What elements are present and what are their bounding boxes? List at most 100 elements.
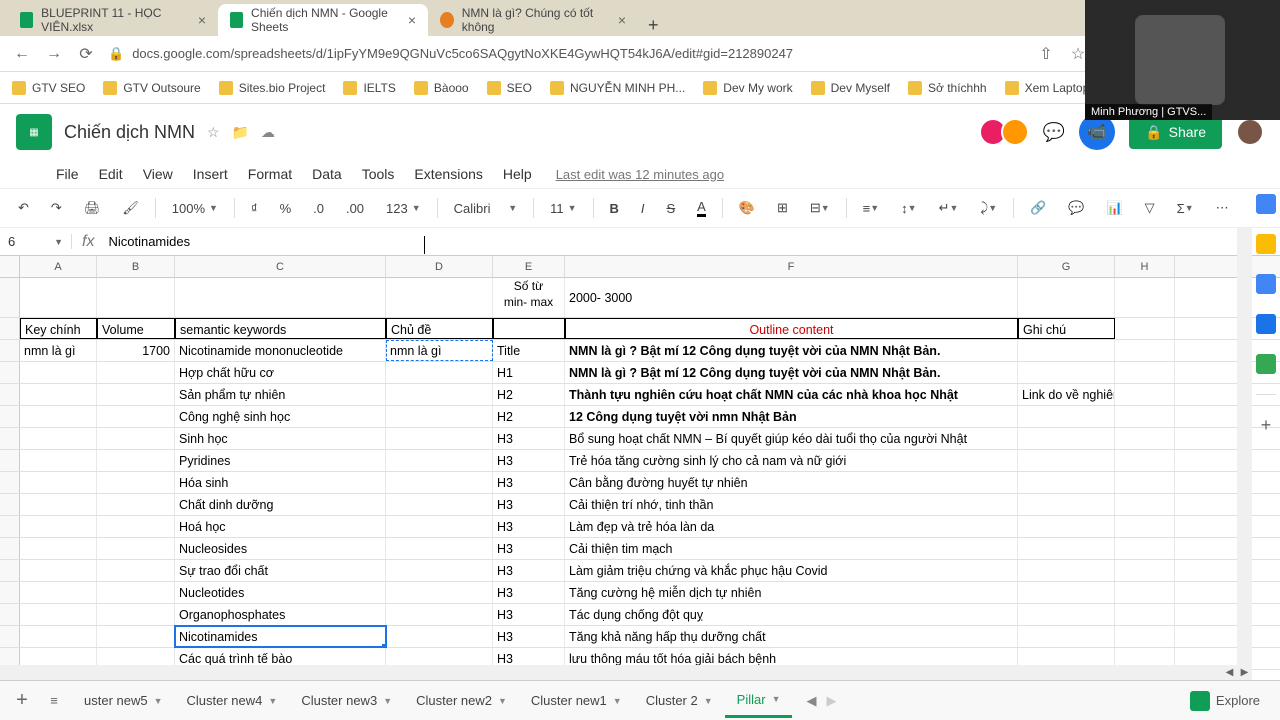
cell[interactable]: Thành tựu nghiên cứu hoạt chất NMN của c… xyxy=(565,384,1018,405)
cell[interactable] xyxy=(97,362,175,383)
cell[interactable] xyxy=(20,560,97,581)
star-icon[interactable]: ☆ xyxy=(207,124,220,141)
chevron-down-icon[interactable]: ▼ xyxy=(498,696,507,706)
col-header[interactable]: E xyxy=(493,256,565,277)
cell[interactable] xyxy=(1115,472,1175,493)
tab-blueprint[interactable]: BLUEPRINT 11 - HỌC VIÊN.xlsx × xyxy=(8,4,218,36)
col-header[interactable]: C xyxy=(175,256,386,277)
new-tab-button[interactable]: + xyxy=(638,15,669,36)
cell[interactable]: Sinh học xyxy=(175,428,386,449)
video-call-overlay[interactable]: Minh Phương | GTVS... xyxy=(1085,0,1280,120)
menu-extensions[interactable]: Extensions xyxy=(406,162,490,186)
cell[interactable]: 12 Công dụng tuyệt vời nmn Nhật Bản xyxy=(565,406,1018,427)
cell[interactable] xyxy=(1115,604,1175,625)
cell[interactable] xyxy=(1115,318,1175,339)
chevron-down-icon[interactable]: ▼ xyxy=(772,694,781,704)
cell[interactable]: Bổ sung hoạt chất NMN – Bí quyết giúp ké… xyxy=(565,428,1018,449)
cell[interactable]: H3 xyxy=(493,538,565,559)
menu-help[interactable]: Help xyxy=(495,162,540,186)
row-header[interactable] xyxy=(0,362,20,383)
scroll-left-icon[interactable]: ◀ xyxy=(1222,665,1237,680)
close-icon[interactable]: × xyxy=(618,12,626,28)
decrease-decimal-button[interactable]: .0 xyxy=(307,197,330,220)
cell[interactable]: Chất dinh dưỡng xyxy=(175,494,386,515)
cell[interactable]: H3 xyxy=(493,472,565,493)
cell[interactable] xyxy=(386,538,493,559)
cell[interactable] xyxy=(386,560,493,581)
cell[interactable] xyxy=(386,516,493,537)
menu-edit[interactable]: Edit xyxy=(91,162,131,186)
cell[interactable] xyxy=(1018,362,1115,383)
undo-button[interactable]: ↶ xyxy=(12,196,35,220)
user-avatar[interactable] xyxy=(1236,118,1264,146)
cell[interactable] xyxy=(386,582,493,603)
back-button[interactable]: ← xyxy=(12,45,32,63)
cell[interactable] xyxy=(20,406,97,427)
cell[interactable] xyxy=(20,428,97,449)
cell[interactable]: Chủ đề xyxy=(386,318,493,339)
formula-input[interactable]: Nicotinamides xyxy=(104,234,1280,249)
cell[interactable] xyxy=(20,362,97,383)
row-header[interactable] xyxy=(0,560,20,581)
cell[interactable]: H3 xyxy=(493,560,565,581)
cell[interactable] xyxy=(386,278,493,317)
sheet-tab[interactable]: Cluster new1▼ xyxy=(519,684,634,718)
cell[interactable]: H2 xyxy=(493,406,565,427)
sheet-tab[interactable]: Cluster new2▼ xyxy=(404,684,519,718)
chevron-down-icon[interactable]: ▼ xyxy=(613,696,622,706)
tab-chien-dich[interactable]: Chiến dịch NMN - Google Sheets × xyxy=(218,4,428,36)
menu-view[interactable]: View xyxy=(135,162,181,186)
bookmark-item[interactable]: Bàooo xyxy=(414,81,469,95)
menu-format[interactable]: Format xyxy=(240,162,300,186)
cell[interactable]: Cân bằng đường huyết tự nhiên xyxy=(565,472,1018,493)
cell[interactable]: Nicotinamides xyxy=(175,626,386,647)
functions-button[interactable]: Σ▼ xyxy=(1171,197,1200,220)
cell[interactable] xyxy=(1115,406,1175,427)
cell[interactable] xyxy=(1018,428,1115,449)
horizontal-scrollbar[interactable]: ◀ ▶ xyxy=(0,665,1252,680)
forward-button[interactable]: → xyxy=(44,45,64,63)
cell[interactable]: Trẻ hóa tăng cường sinh lý cho cả nam và… xyxy=(565,450,1018,471)
cell[interactable] xyxy=(1018,472,1115,493)
cell[interactable] xyxy=(386,604,493,625)
v-align-button[interactable]: ↕▼ xyxy=(895,197,922,220)
cell[interactable] xyxy=(1018,582,1115,603)
cell[interactable]: Sản phẩm tự nhiên xyxy=(175,384,386,405)
cell[interactable]: 2000- 3000 xyxy=(565,278,1018,317)
filter-button[interactable]: ▽ xyxy=(1139,196,1161,220)
cell[interactable]: H3 xyxy=(493,582,565,603)
cell[interactable] xyxy=(1115,582,1175,603)
cell[interactable] xyxy=(1115,516,1175,537)
cell[interactable] xyxy=(386,626,493,647)
zoom-select[interactable]: 100%▼ xyxy=(166,199,224,218)
contacts-icon[interactable] xyxy=(1256,314,1276,334)
cell[interactable] xyxy=(386,450,493,471)
bookmark-item[interactable]: Sites.bio Project xyxy=(219,81,326,95)
add-addon-icon[interactable]: + xyxy=(1261,415,1272,436)
row-header[interactable] xyxy=(0,278,20,317)
cell[interactable]: Cải thiện trí nhớ, tinh thần xyxy=(565,494,1018,515)
more-button[interactable]: ⋯ xyxy=(1210,196,1235,220)
cell[interactable] xyxy=(20,450,97,471)
wrap-button[interactable]: ↵▼ xyxy=(933,196,965,220)
bold-button[interactable]: B xyxy=(603,197,624,220)
chart-button[interactable]: 📊 xyxy=(1100,196,1128,220)
cell[interactable] xyxy=(386,494,493,515)
cell[interactable] xyxy=(20,472,97,493)
cell[interactable] xyxy=(1018,278,1115,317)
menu-tools[interactable]: Tools xyxy=(354,162,403,186)
bookmark-item[interactable]: NGUYỄN MINH PH... xyxy=(550,81,685,95)
chevron-down-icon[interactable]: ▼ xyxy=(704,696,713,706)
cell[interactable] xyxy=(97,428,175,449)
cell[interactable] xyxy=(97,472,175,493)
bookmark-item[interactable]: SEO xyxy=(487,81,532,95)
sheet-tab[interactable]: Cluster new4▼ xyxy=(175,684,290,718)
cloud-icon[interactable]: ☁ xyxy=(261,124,275,141)
cell[interactable]: H3 xyxy=(493,604,565,625)
tasks-icon[interactable] xyxy=(1256,274,1276,294)
row-header[interactable] xyxy=(0,626,20,647)
cell[interactable]: Organophosphates xyxy=(175,604,386,625)
cell[interactable]: Volume xyxy=(97,318,175,339)
cell[interactable]: Công nghệ sinh học xyxy=(175,406,386,427)
chevron-down-icon[interactable]: ▼ xyxy=(383,696,392,706)
